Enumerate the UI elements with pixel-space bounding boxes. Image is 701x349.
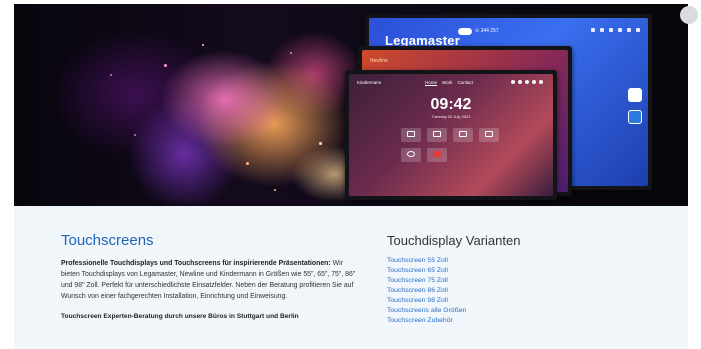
carousel-next-icon[interactable] <box>680 6 698 24</box>
screen-nav-contact: Contact <box>457 80 473 85</box>
newline-label: Newline <box>370 58 388 64</box>
intro-bold: Professionelle Touchdisplays und Touchsc… <box>61 260 331 267</box>
link-touchscreen-accessories[interactable]: Touchscreen Zubehör <box>387 317 453 324</box>
hero-banner: Legamaster ⊙ 344 257 Newline Kindermann … <box>14 4 688 206</box>
intro-column: Touchscreens Professionelle Touchdisplay… <box>61 232 361 320</box>
kindermann-screen: Kindermann Home Work Contact 09:42 Tuesd… <box>349 74 553 196</box>
intro-paragraph: Professionelle Touchdisplays und Touchsc… <box>61 258 361 302</box>
app-tile-icon <box>427 148 447 162</box>
variants-column: Touchdisplay Varianten Touchscreen 55 Zo… <box>387 233 647 326</box>
list-item: Touchscreen 65 Zoll <box>387 266 647 276</box>
status-icons <box>591 28 640 32</box>
app-tile-icon <box>453 128 473 142</box>
app-tile-empty <box>453 148 473 162</box>
link-touchscreen-98[interactable]: Touchscreen 98 Zoll <box>387 297 448 304</box>
consulting-heading: Touchscreen Experten-Beratung durch unse… <box>61 313 299 320</box>
list-item: Touchscreen Zubehör <box>387 316 647 326</box>
link-touchscreens-all[interactable]: Touchscreens alle Größen <box>387 307 466 314</box>
screen-date: Tuesday 20 July 2021 <box>431 114 471 119</box>
screen-status-dots <box>511 80 543 84</box>
link-touchscreen-65[interactable]: Touchscreen 65 Zoll <box>387 267 448 274</box>
kindermann-logo: Kindermann <box>357 80 382 85</box>
settings-icon <box>628 110 642 124</box>
kindermann-display: Kindermann Home Work Contact 09:42 Tuesd… <box>345 70 557 200</box>
content-section: Touchscreens Professionelle Touchdisplay… <box>14 206 688 349</box>
screen-nav-work: Work <box>442 80 453 85</box>
app-tiles <box>401 128 501 162</box>
app-tile-empty <box>479 148 499 162</box>
list-item: Touchscreen 55 Zoll <box>387 256 647 266</box>
link-touchscreen-75[interactable]: Touchscreen 75 Zoll <box>387 277 448 284</box>
page: Legamaster ⊙ 344 257 Newline Kindermann … <box>0 0 701 349</box>
brand-badge <box>458 28 472 35</box>
list-item: Touchscreen 75 Zoll <box>387 276 647 286</box>
status-readout: ⊙ 344 257 <box>475 28 499 34</box>
screen-nav-home: Home <box>425 80 438 85</box>
app-tile-icon <box>479 128 499 142</box>
list-item: Touchscreen 98 Zoll <box>387 296 647 306</box>
app-tile-icon <box>427 128 447 142</box>
variants-title: Touchdisplay Varianten <box>387 233 521 248</box>
link-touchscreen-55[interactable]: Touchscreen 55 Zoll <box>387 257 448 264</box>
page-title: Touchscreens <box>61 232 154 249</box>
link-touchscreen-86[interactable]: Touchscreen 86 Zoll <box>387 287 448 294</box>
list-item: Touchscreens alle Größen <box>387 306 647 316</box>
app-tile-icon <box>401 128 421 142</box>
google-drive-icon <box>628 88 642 102</box>
screen-nav: Home Work Contact <box>425 80 473 85</box>
app-tile-icon <box>401 148 421 162</box>
list-item: Touchscreen 86 Zoll <box>387 286 647 296</box>
screen-clock: 09:42 <box>430 96 472 113</box>
variants-list: Touchscreen 55 Zoll Touchscreen 65 Zoll … <box>387 256 647 326</box>
